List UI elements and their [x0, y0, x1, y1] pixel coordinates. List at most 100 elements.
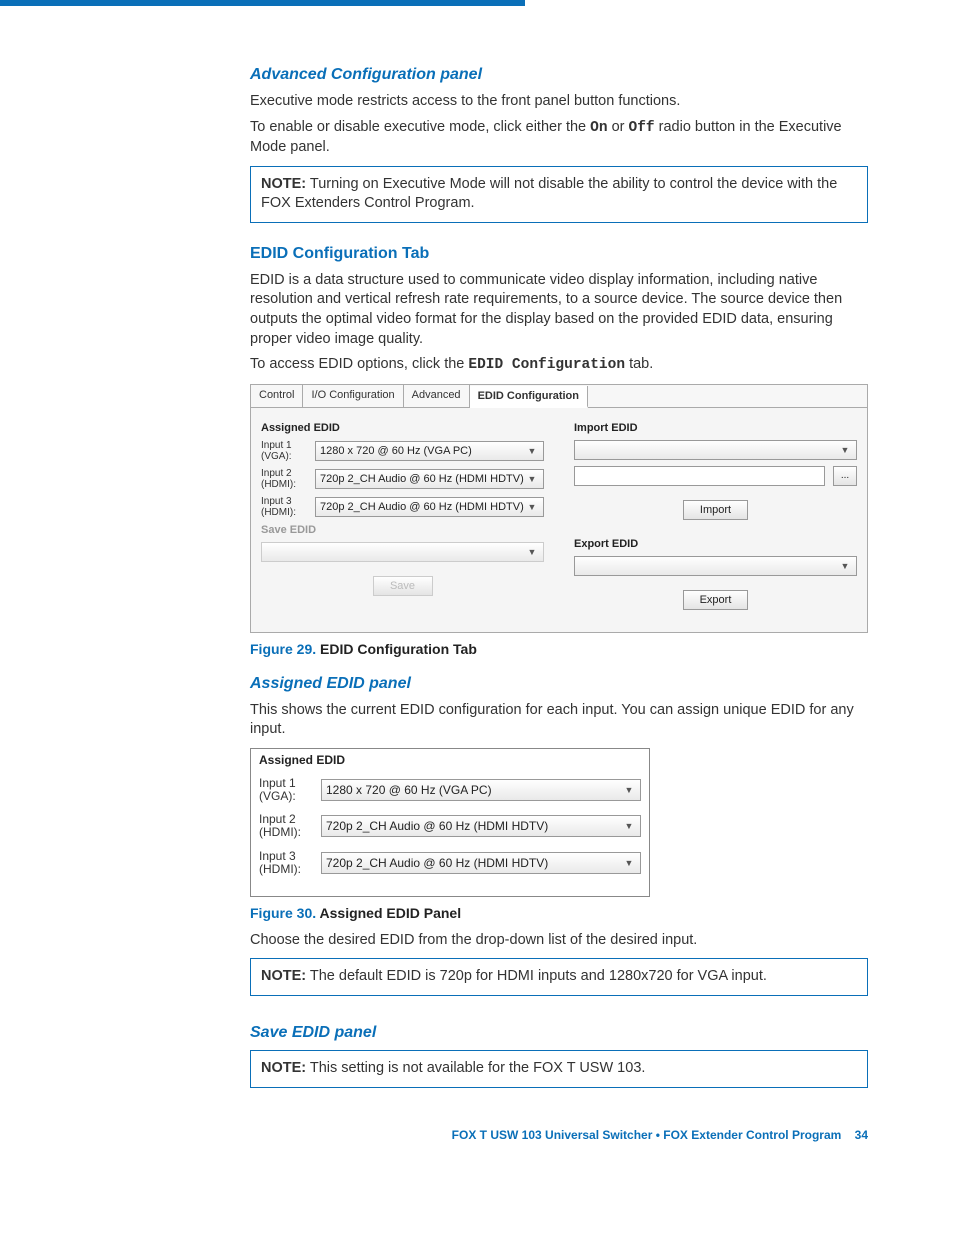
dropdown-input1-value: 1280 x 720 @ 60 Hz (VGA PC)	[320, 445, 525, 457]
panel30-dropdown-input2-value: 720p 2_CH Audio @ 60 Hz (HDMI HDTV)	[326, 819, 622, 833]
row-input3: Input 3 (HDMI): 720p 2_CH Audio @ 60 Hz …	[261, 496, 544, 518]
chevron-down-icon: ▼	[525, 446, 539, 456]
save-button-row: Save	[261, 576, 544, 596]
window-body: Assigned EDID Input 1 (VGA): 1280 x 720 …	[251, 408, 867, 632]
figure30-number: Figure 30.	[250, 905, 316, 921]
export-button[interactable]: Export	[683, 590, 749, 610]
dropdown-input1-edid[interactable]: 1280 x 720 @ 60 Hz (VGA PC) ▼	[315, 441, 544, 461]
note-executive-mode: NOTE: Turning on Executive Mode will not…	[250, 166, 868, 223]
dropdown-save-edid: ▼	[261, 542, 544, 562]
note1-text: Turning on Executive Mode will not disab…	[261, 176, 837, 212]
chevron-down-icon: ▼	[622, 858, 636, 868]
chevron-down-icon: ▼	[525, 502, 539, 512]
heading-advanced-config: Advanced Configuration panel	[250, 66, 868, 84]
figure29-title: EDID Configuration Tab	[316, 641, 477, 657]
row-input1: Input 1 (VGA): 1280 x 720 @ 60 Hz (VGA P…	[261, 440, 544, 462]
row-export-combo: ▼	[574, 556, 857, 576]
text-adv-p2: To enable or disable executive mode, cli…	[250, 118, 868, 158]
right-column: Import EDID ▼ ... Import Export EDID	[574, 416, 857, 610]
panel30-row-input2: Input 2 (HDMI): 720p 2_CH Audio @ 60 Hz …	[259, 813, 641, 839]
page-content: Advanced Configuration panel Executive m…	[0, 66, 954, 1182]
panel30-dropdown-input3[interactable]: 720p 2_CH Audio @ 60 Hz (HDMI HDTV) ▼	[321, 852, 641, 874]
group-export-edid: Export EDID	[574, 538, 857, 550]
text-edid-p2-a: To access EDID options, click the	[250, 356, 468, 372]
dropdown-export-edid[interactable]: ▼	[574, 556, 857, 576]
export-button-row: Export	[574, 590, 857, 610]
chevron-down-icon: ▼	[622, 821, 636, 831]
label-input1: Input 1 (VGA):	[261, 440, 307, 462]
heading-edid-config-tab: EDID Configuration Tab	[250, 245, 868, 263]
label-input3: Input 3 (HDMI):	[261, 496, 307, 518]
dropdown-input2-edid[interactable]: 720p 2_CH Audio @ 60 Hz (HDMI HDTV) ▼	[315, 469, 544, 489]
chevron-down-icon: ▼	[838, 561, 852, 571]
dropdown-input3-value: 720p 2_CH Audio @ 60 Hz (HDMI HDTV)	[320, 501, 525, 513]
dropdown-input3-edid[interactable]: 720p 2_CH Audio @ 60 Hz (HDMI HDTV) ▼	[315, 497, 544, 517]
note-default-edid: NOTE: The default EDID is 720p for HDMI …	[250, 958, 868, 996]
panel30-label-input3: Input 3 (HDMI):	[259, 850, 313, 876]
tab-edid-configuration[interactable]: EDID Configuration	[470, 386, 588, 408]
text-edid-p1: EDID is a data structure used to communi…	[250, 271, 868, 349]
text-assigned-p1: This shows the current EDID configuratio…	[250, 701, 868, 740]
text-adv-p2-mid: or	[608, 119, 629, 135]
panel30-label-input2: Input 2 (HDMI):	[259, 813, 313, 839]
row-import-combo: ▼	[574, 440, 857, 460]
row-save-combo: ▼	[261, 542, 544, 562]
chevron-down-icon: ▼	[622, 785, 636, 795]
header-rule	[0, 0, 525, 6]
heading-save-edid-panel: Save EDID panel	[250, 1024, 868, 1042]
chevron-down-icon: ▼	[525, 474, 539, 484]
note3-text: This setting is not available for the FO…	[306, 1060, 645, 1076]
browse-button[interactable]: ...	[833, 466, 857, 486]
panel30-dropdown-input1[interactable]: 1280 x 720 @ 60 Hz (VGA PC) ▼	[321, 779, 641, 801]
figure30-caption: Figure 30. Assigned EDID Panel	[250, 905, 868, 921]
group-save-edid: Save EDID	[261, 524, 544, 536]
import-button-row: Import	[574, 500, 857, 520]
panel30-row-input3: Input 3 (HDMI): 720p 2_CH Audio @ 60 Hz …	[259, 850, 641, 876]
panel30-title: Assigned EDID	[259, 753, 641, 767]
tab-io-configuration[interactable]: I/O Configuration	[303, 385, 403, 407]
note-save-na: NOTE: This setting is not available for …	[250, 1050, 868, 1088]
input-import-path[interactable]	[574, 466, 825, 486]
literal-on: On	[590, 120, 607, 136]
footer-product: FOX T USW 103 Universal Switcher • FOX E…	[452, 1128, 842, 1142]
left-column: Assigned EDID Input 1 (VGA): 1280 x 720 …	[261, 416, 544, 610]
dropdown-import-edid[interactable]: ▼	[574, 440, 857, 460]
tab-bar: Control I/O Configuration Advanced EDID …	[251, 385, 867, 408]
import-button[interactable]: Import	[683, 500, 748, 520]
save-button: Save	[373, 576, 433, 596]
footer-page-number: 34	[855, 1128, 868, 1142]
panel30-row-input1: Input 1 (VGA): 1280 x 720 @ 60 Hz (VGA P…	[259, 777, 641, 803]
heading-assigned-edid-panel: Assigned EDID panel	[250, 675, 868, 693]
group-import-edid: Import EDID	[574, 422, 857, 434]
figure29-caption: Figure 29. EDID Configuration Tab	[250, 641, 868, 657]
text-edid-p2: To access EDID options, click the EDID C…	[250, 355, 868, 376]
note-label: NOTE:	[261, 968, 306, 984]
text-adv-p1: Executive mode restricts access to the f…	[250, 92, 868, 112]
literal-edid-config: EDID Configuration	[468, 357, 625, 373]
label-input2: Input 2 (HDMI):	[261, 468, 307, 490]
note-label: NOTE:	[261, 1060, 306, 1076]
panel30-label-input1: Input 1 (VGA):	[259, 777, 313, 803]
group-assigned-edid: Assigned EDID	[261, 422, 544, 434]
dropdown-input2-value: 720p 2_CH Audio @ 60 Hz (HDMI HDTV)	[320, 473, 525, 485]
panel30-dropdown-input3-value: 720p 2_CH Audio @ 60 Hz (HDMI HDTV)	[326, 856, 622, 870]
chevron-down-icon: ▼	[838, 445, 852, 455]
row-import-path: ...	[574, 466, 857, 486]
page-footer: FOX T USW 103 Universal Switcher • FOX E…	[250, 1128, 868, 1142]
panel30-dropdown-input2[interactable]: 720p 2_CH Audio @ 60 Hz (HDMI HDTV) ▼	[321, 815, 641, 837]
row-input2: Input 2 (HDMI): 720p 2_CH Audio @ 60 Hz …	[261, 468, 544, 490]
literal-off: Off	[629, 120, 655, 136]
tab-advanced[interactable]: Advanced	[404, 385, 470, 407]
text-adv-p2-a: To enable or disable executive mode, cli…	[250, 119, 590, 135]
chevron-down-icon: ▼	[525, 547, 539, 557]
panel30-dropdown-input1-value: 1280 x 720 @ 60 Hz (VGA PC)	[326, 783, 622, 797]
text-edid-p2-b: tab.	[625, 356, 653, 372]
note-label: NOTE:	[261, 176, 306, 192]
tab-control[interactable]: Control	[251, 385, 303, 407]
figure29-screenshot: Control I/O Configuration Advanced EDID …	[250, 384, 868, 633]
text-assigned-p2: Choose the desired EDID from the drop-do…	[250, 931, 868, 951]
note2-text: The default EDID is 720p for HDMI inputs…	[306, 968, 767, 984]
figure29-number: Figure 29.	[250, 641, 316, 657]
figure30-title: Assigned EDID Panel	[316, 905, 461, 921]
figure30-panel: Assigned EDID Input 1 (VGA): 1280 x 720 …	[250, 748, 650, 897]
